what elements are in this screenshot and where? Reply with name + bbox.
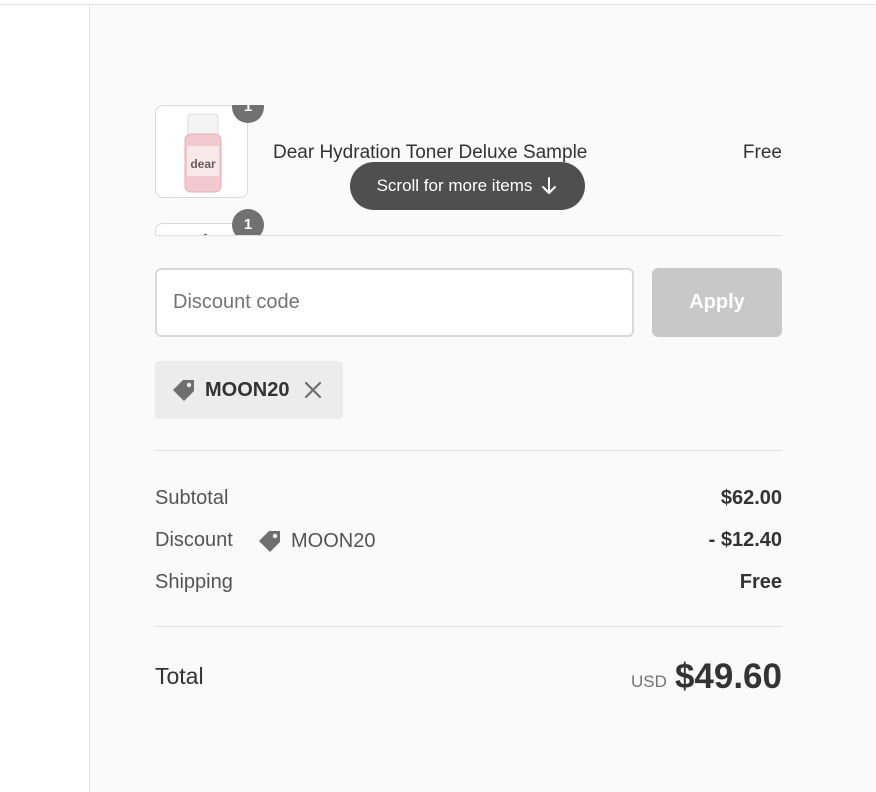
subtotal-value: $62.00 <box>720 487 782 509</box>
discount-value: - $12.40 <box>708 529 782 551</box>
toner-bottle-image: dear <box>184 113 222 193</box>
subtotal-label: Subtotal <box>155 487 229 509</box>
shipping-value: Free <box>739 571 782 593</box>
quantity-badge: 1 <box>232 209 264 235</box>
shipping-row: Shipping Free <box>155 571 782 601</box>
divider <box>155 235 782 236</box>
apply-discount-button[interactable]: Apply <box>652 268 782 337</box>
total-amount: $49.60 <box>674 657 782 696</box>
svg-text:dear: dear <box>190 157 216 171</box>
discount-code-text: MOON20 <box>291 529 376 552</box>
total-label: Total <box>155 663 204 689</box>
applied-code-label: MOON20 <box>205 378 290 401</box>
currency-code: USD <box>631 672 667 691</box>
order-summary-panel: dear 1 Dear Hydration Toner Deluxe Sampl… <box>90 5 876 792</box>
subtotal-row: Subtotal $62.00 <box>155 487 782 517</box>
shipping-label: Shipping <box>155 571 233 593</box>
discount-code-tag: MOON20 <box>255 527 375 555</box>
discount-label: Discount <box>155 529 233 551</box>
discount-row: Discount MOON20 - $12.40 <box>155 529 782 559</box>
discount-code-input[interactable] <box>155 268 634 337</box>
tag-icon <box>259 531 280 552</box>
product-thumbnail: 1 <box>155 209 264 235</box>
scroll-more-button[interactable]: Scroll for more items <box>350 162 585 210</box>
product-name: Dear Hydration Toner Deluxe Sample <box>273 142 588 163</box>
line-item: 1 <box>155 209 782 235</box>
tag-icon <box>173 380 194 401</box>
divider <box>155 626 782 627</box>
arrow-down-icon <box>542 177 557 194</box>
applied-discount-chip: MOON20 <box>155 361 343 419</box>
divider <box>155 450 782 451</box>
main-content-area <box>0 5 90 792</box>
scroll-hint-label: Scroll for more items <box>376 176 533 195</box>
product-thumbnail: dear 1 <box>155 105 264 198</box>
product-price: Free <box>742 142 782 163</box>
close-icon[interactable] <box>303 380 323 400</box>
